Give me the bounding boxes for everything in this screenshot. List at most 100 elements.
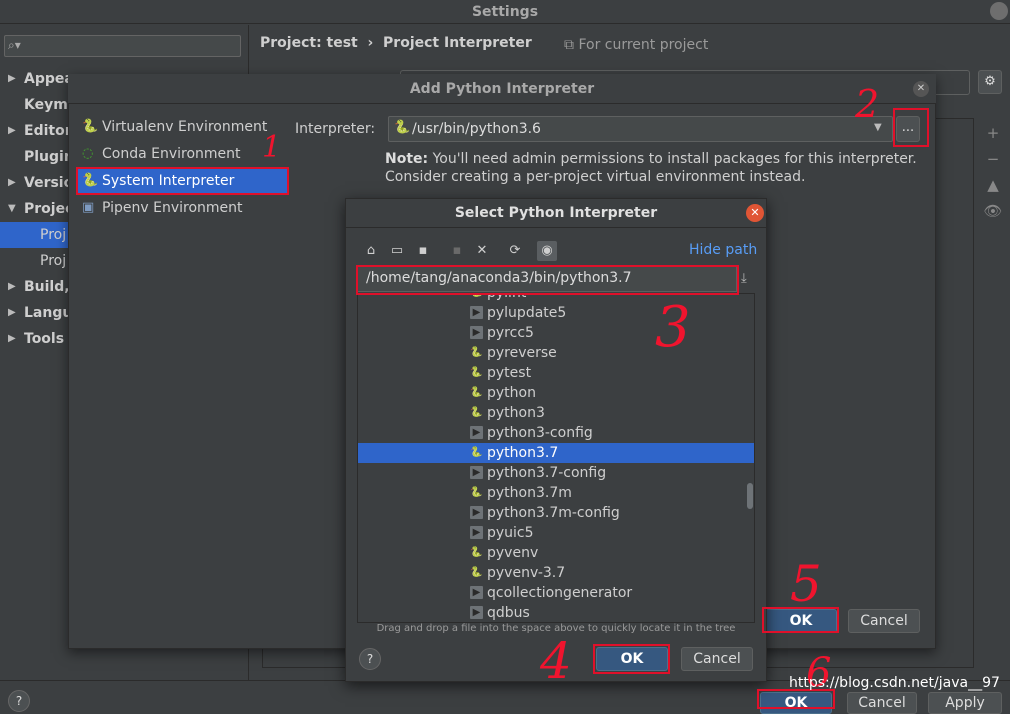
executable-file-icon: ▶ [470, 526, 483, 539]
select-cancel-button[interactable]: Cancel [681, 647, 753, 671]
chevron-right-icon[interactable]: ▶ [8, 66, 16, 92]
file-row[interactable]: ▶ pyrcc5 [358, 323, 754, 343]
package-toolbar: + − ▲ 👁 [980, 124, 1006, 228]
environment-item[interactable]: ◌ Conda Environment [78, 141, 288, 167]
sidebar-item-label: Plugin [24, 149, 74, 165]
settings-search-input[interactable] [4, 35, 241, 57]
chevron-right-icon[interactable]: ▶ [8, 170, 16, 196]
home-icon[interactable]: ⌂ [361, 241, 381, 261]
file-row[interactable]: 🐍 python3.7 [358, 443, 754, 463]
file-name: pyvenv [487, 545, 539, 561]
executable-file-icon: ▶ [470, 466, 483, 479]
highlight-path-field [356, 265, 739, 295]
environment-label: Pipenv Environment [102, 200, 243, 216]
file-row[interactable]: ▶ pylupdate5 [358, 303, 754, 323]
annotation-2: 2 [855, 82, 880, 126]
add-package-icon[interactable]: + [980, 124, 1006, 150]
file-row[interactable]: ▶ qdbus [358, 603, 754, 622]
desktop-icon[interactable]: ▭ [387, 241, 407, 261]
chevron-right-icon[interactable]: ▶ [8, 274, 16, 300]
for-current-project-label: ⧉ For current project [564, 37, 709, 53]
executable-file-icon: ▶ [470, 586, 483, 599]
environment-item[interactable]: ▣ Pipenv Environment [78, 195, 288, 221]
python-file-icon: 🐍 [470, 367, 483, 378]
file-name: python3 [487, 405, 545, 421]
pipenv-icon: ▣ [82, 200, 95, 215]
executable-file-icon: ▶ [470, 606, 483, 619]
chevron-right-icon[interactable]: ▶ [8, 326, 16, 352]
python-file-icon: 🐍 [470, 447, 483, 458]
file-name: qcollectiongenerator [487, 585, 633, 601]
settings-close-icon[interactable] [990, 2, 1008, 20]
new-folder-icon[interactable]: ▪ [447, 241, 467, 261]
interpreter-value: /usr/bin/python3.6 [412, 121, 541, 137]
environment-label: Conda Environment [102, 146, 241, 162]
python-file-icon: 🐍 [470, 547, 483, 558]
settings-apply-button[interactable]: Apply [928, 692, 1002, 714]
file-row[interactable]: 🐍 pyvenv-3.7 [358, 563, 754, 583]
environment-item[interactable]: 🐍 Virtualenv Environment [78, 114, 288, 140]
executable-file-icon: ▶ [470, 326, 483, 339]
file-row[interactable]: 🐍 pytest [358, 363, 754, 383]
annotation-3: 3 [655, 295, 691, 360]
show-early-releases-icon[interactable]: 👁 [980, 202, 1006, 228]
add-interpreter-title: Add Python Interpreter [68, 74, 936, 104]
chevron-right-icon[interactable]: ▶ [8, 118, 16, 144]
tree-scrollbar[interactable] [747, 483, 753, 509]
chevron-down-icon[interactable]: ▼ [8, 196, 16, 222]
file-name: python3.7 [487, 445, 559, 461]
refresh-icon[interactable]: ⟳ [505, 241, 525, 261]
file-row[interactable]: ▶ python3.7m-config [358, 503, 754, 523]
search-icon: ⌕▾ [8, 38, 21, 52]
sidebar-item-label: Appea [24, 71, 74, 87]
file-row[interactable]: 🐍 pyreverse [358, 343, 754, 363]
file-tree[interactable]: 🐍pylint▶pylupdate5▶pyrcc5🐍pyreverse🐍pyte… [357, 293, 755, 623]
python-icon: 🐍 [82, 119, 99, 134]
annotation-5: 5 [790, 555, 822, 613]
help-button[interactable]: ? [359, 648, 381, 670]
upgrade-package-icon[interactable]: ▲ [980, 176, 1006, 202]
file-name: python3-config [487, 425, 593, 441]
sidebar-item-label: Langu [24, 305, 73, 321]
close-icon[interactable]: ✕ [913, 81, 929, 97]
file-row[interactable]: ▶ pyuic5 [358, 523, 754, 543]
file-name: pylupdate5 [487, 305, 567, 321]
python-file-icon: 🐍 [470, 487, 483, 498]
add-cancel-button[interactable]: Cancel [848, 609, 920, 633]
file-row[interactable]: 🐍 python [358, 383, 754, 403]
sidebar-item-label: Versio [24, 175, 74, 191]
annotation-1: 1 [262, 130, 282, 165]
highlight-browse-button [893, 108, 929, 147]
chevron-right-icon[interactable]: ▶ [8, 300, 16, 326]
delete-icon[interactable]: ✕ [472, 241, 492, 261]
settings-cancel-button[interactable]: Cancel [847, 692, 917, 714]
admin-note: Note: You'll need admin permissions to i… [385, 150, 925, 186]
file-name: pytest [487, 365, 532, 381]
download-icon[interactable]: ⤓ [741, 271, 747, 286]
file-name: python3.7m-config [487, 505, 620, 521]
annotation-4: 4 [540, 632, 572, 690]
file-row[interactable]: ▶ qcollectiongenerator [358, 583, 754, 603]
file-row[interactable]: 🐍 pyvenv [358, 543, 754, 563]
gear-icon[interactable]: ⚙ [978, 70, 1002, 94]
breadcrumb-separator: › [367, 35, 374, 51]
close-icon[interactable]: ✕ [746, 204, 764, 222]
file-name: python [487, 385, 536, 401]
sidebar-item-label: Editor [24, 123, 72, 139]
hide-path-link[interactable]: Hide path [689, 242, 757, 258]
show-hidden-icon[interactable]: ◉ [537, 241, 557, 261]
file-row[interactable]: 🐍 python3.7m [358, 483, 754, 503]
file-row[interactable]: ▶ python3-config [358, 423, 754, 443]
sidebar-item-label: Projec [24, 201, 74, 217]
environment-label: Virtualenv Environment [102, 119, 268, 135]
sidebar-item-label: Tools [24, 331, 65, 347]
remove-package-icon[interactable]: − [980, 150, 1006, 176]
breadcrumb-page: Project Interpreter [383, 35, 532, 51]
help-button[interactable]: ? [8, 690, 30, 712]
python-file-icon: 🐍 [470, 347, 483, 358]
file-row[interactable]: ▶ python3.7-config [358, 463, 754, 483]
file-row[interactable]: 🐍 python3 [358, 403, 754, 423]
executable-file-icon: ▶ [470, 506, 483, 519]
python-file-icon: 🐍 [470, 567, 483, 578]
project-folder-icon[interactable]: ▪ [413, 241, 433, 261]
